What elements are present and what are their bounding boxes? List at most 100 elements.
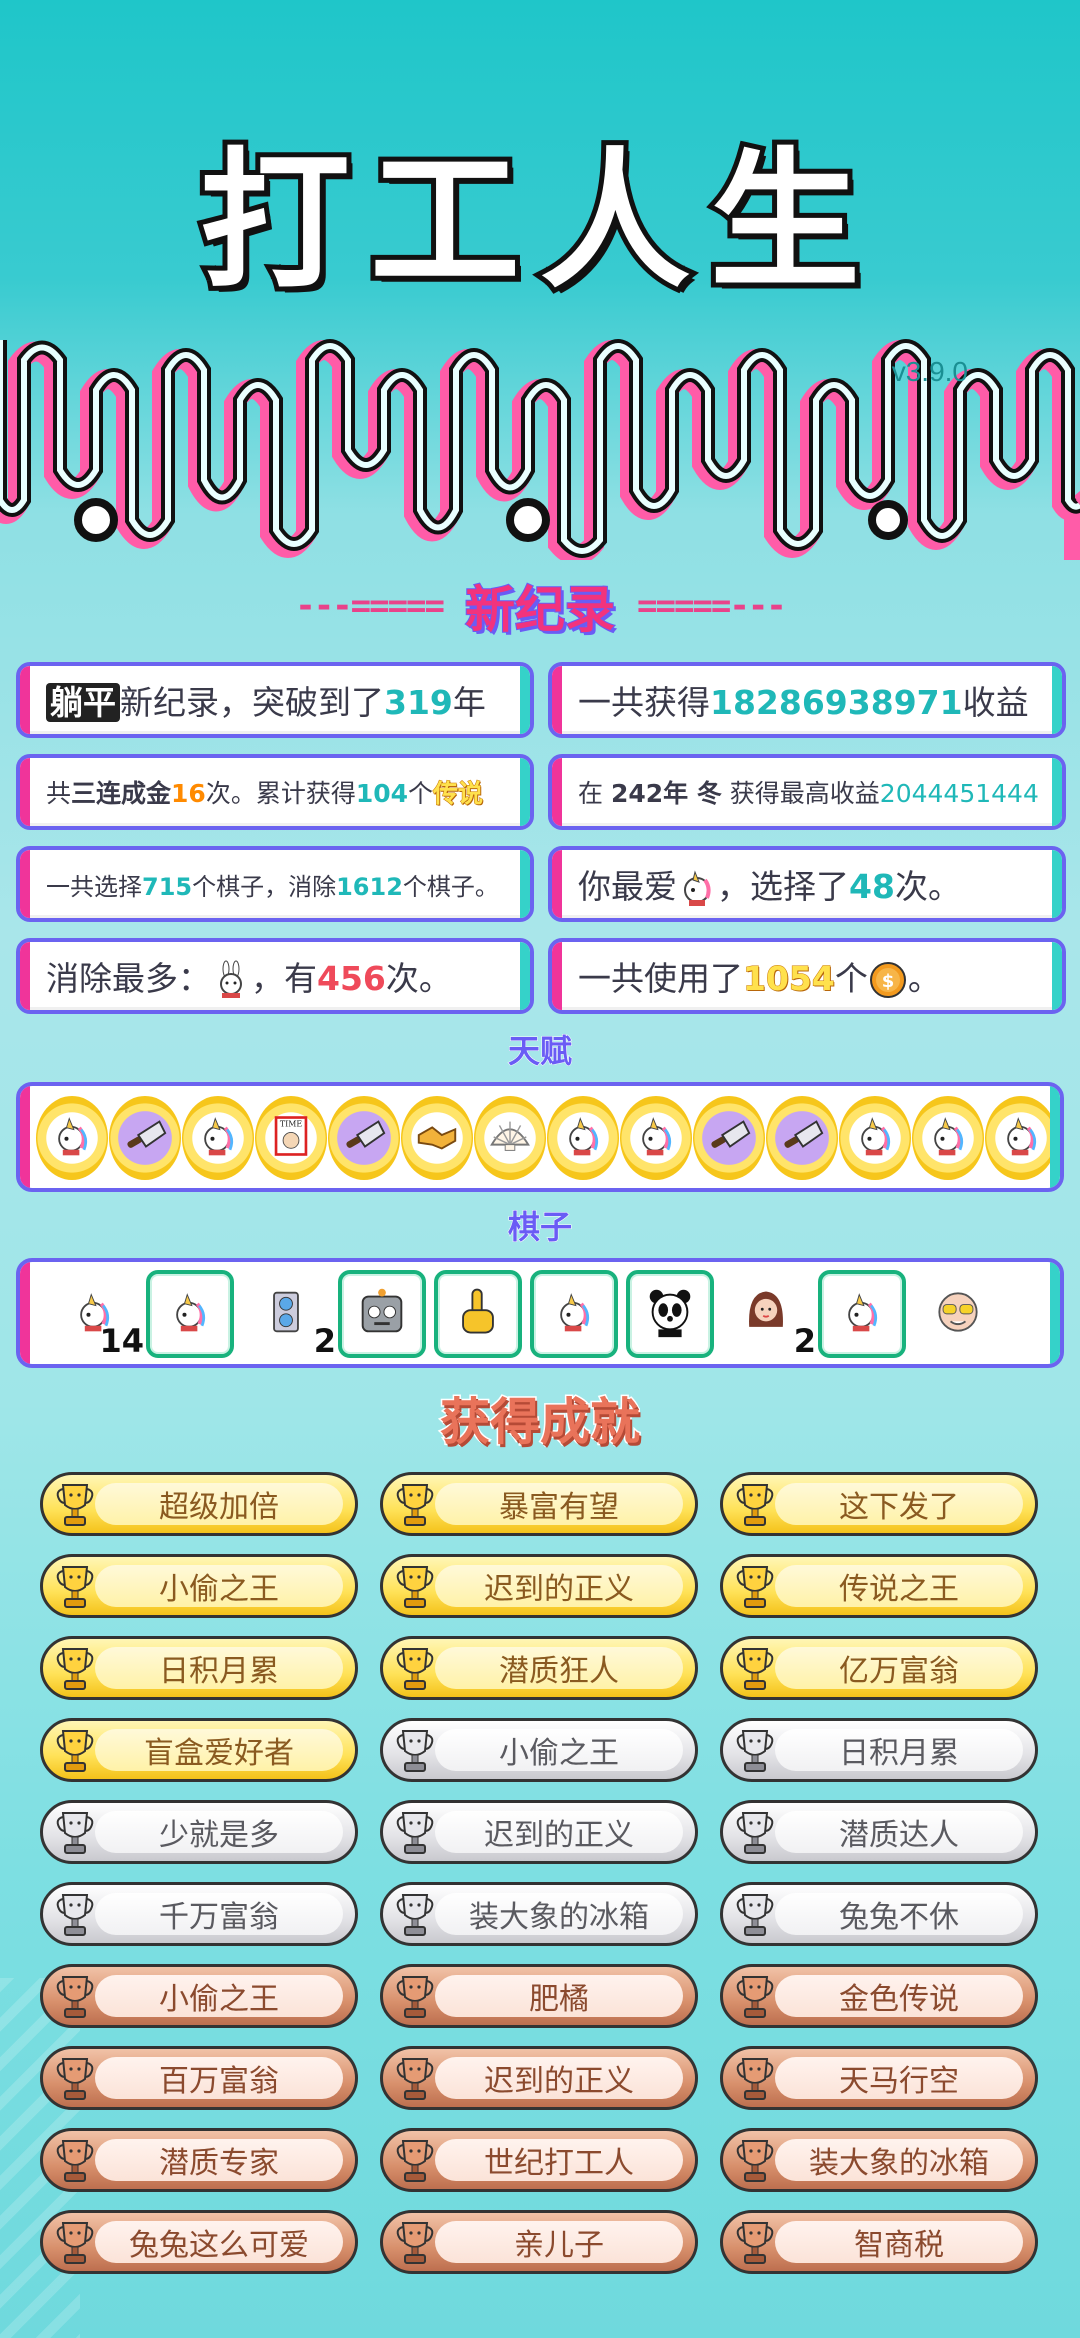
achievement-label: 天马行空: [775, 2057, 1023, 2099]
talents-row: TIME: [20, 1086, 1060, 1180]
pieces-strip: 14 2 2: [16, 1258, 1064, 1368]
achievement-badge[interactable]: 传说之王: [720, 1554, 1038, 1618]
achievement-badge[interactable]: 装大象的冰箱: [380, 1882, 698, 1946]
achievement-label: 智商税: [775, 2221, 1023, 2263]
piece-item[interactable]: 2: [242, 1270, 337, 1361]
achievement-badge[interactable]: 世纪打工人: [380, 2128, 698, 2192]
piece-item[interactable]: [146, 1270, 234, 1358]
achievement-badge[interactable]: 智商税: [720, 2210, 1038, 2274]
achievement-badge[interactable]: 迟到的正义: [380, 1800, 698, 1864]
talent-item[interactable]: [693, 1096, 765, 1180]
achievement-badge[interactable]: 超级加倍: [40, 1472, 358, 1536]
stat-card-lie-flat: 躺平 新纪录，突破到了319年: [16, 662, 534, 738]
unicorn-icon: [839, 1289, 885, 1339]
talent-item[interactable]: [474, 1096, 546, 1180]
removed-count: 1612: [336, 872, 403, 901]
talent-item[interactable]: [766, 1096, 838, 1180]
achievement-badge[interactable]: 日积月累: [40, 1636, 358, 1700]
talent-item[interactable]: [36, 1096, 108, 1180]
trophy-icon: [733, 1809, 777, 1857]
pointing-hand-icon: [450, 1284, 506, 1344]
achievement-badge[interactable]: 少就是多: [40, 1800, 358, 1864]
stat-card-most-removed: 消除最多： ，有456次。: [16, 938, 534, 1014]
rabbit-icon: [220, 960, 242, 999]
heading-dash-right: =====---: [637, 586, 787, 626]
talent-item[interactable]: [547, 1096, 619, 1180]
achievement-badge[interactable]: 小偷之王: [40, 1554, 358, 1618]
achievement-badge[interactable]: 小偷之王: [380, 1718, 698, 1782]
achievement-badge[interactable]: 金色传说: [720, 1964, 1038, 2028]
talent-item[interactable]: [620, 1096, 692, 1180]
stat-card-pieces: 一共选择715个棋子，消除1612个棋子。: [16, 846, 534, 922]
achievement-badge[interactable]: 天马行空: [720, 2046, 1038, 2110]
best-income-value: 2044451444: [879, 779, 1039, 808]
coin-icon: $: [869, 962, 906, 999]
talent-item[interactable]: TIME: [255, 1096, 327, 1180]
achievement-label: 潜质专家: [95, 2139, 343, 2181]
years-value: 319: [384, 683, 453, 722]
trophy-icon: [733, 1973, 777, 2021]
achievement-badge[interactable]: 亲儿子: [380, 2210, 698, 2274]
income-value: 18286938971: [710, 683, 963, 722]
achievement-badge[interactable]: 肥橘: [380, 1964, 698, 2028]
achievement-badge[interactable]: 千万富翁: [40, 1882, 358, 1946]
trophy-icon: [53, 1563, 97, 1611]
cleaver-icon: [121, 1112, 169, 1164]
achievement-badge[interactable]: 百万富翁: [40, 2046, 358, 2110]
achievement-label: 世纪打工人: [435, 2139, 683, 2181]
piece-item[interactable]: [818, 1270, 906, 1358]
unicorn-icon: [684, 870, 711, 907]
achievement-badge[interactable]: 兔兔不休: [720, 1882, 1038, 1946]
trophy-icon: [53, 2137, 97, 2185]
achievement-label: 潜质狂人: [435, 1647, 683, 1689]
achievement-label: 金色传说: [775, 1975, 1023, 2017]
achievement-badge[interactable]: 潜质达人: [720, 1800, 1038, 1864]
achievement-badge[interactable]: 盲盒爱好者: [40, 1718, 358, 1782]
achievement-badge[interactable]: 兔兔这么可爱: [40, 2210, 358, 2274]
achievement-badge[interactable]: 暴富有望: [380, 1472, 698, 1536]
piece-item[interactable]: [626, 1270, 714, 1358]
trophy-icon: [733, 2219, 777, 2267]
legend-count: 104: [355, 779, 409, 808]
achievement-label: 兔兔不休: [775, 1893, 1023, 1935]
piece-item[interactable]: [338, 1270, 426, 1358]
achievement-badge[interactable]: 潜质专家: [40, 2128, 358, 2192]
achievement-label: 小偷之王: [435, 1729, 683, 1771]
achievement-badge[interactable]: 日积月累: [720, 1718, 1038, 1782]
achievement-badge[interactable]: 迟到的正义: [380, 2046, 698, 2110]
achievement-badge[interactable]: 潜质狂人: [380, 1636, 698, 1700]
talent-item[interactable]: [839, 1096, 911, 1180]
unicorn-icon: [167, 1289, 213, 1339]
achievement-label: 潜质达人: [775, 1811, 1023, 1853]
gpu-icon: [263, 1289, 309, 1339]
achievement-label: 百万富翁: [95, 2057, 343, 2099]
triple-gold-count: 16: [171, 779, 206, 808]
talent-item[interactable]: [985, 1096, 1057, 1180]
achievement-badge[interactable]: 这下发了: [720, 1472, 1038, 1536]
trophy-icon: [393, 2055, 437, 2103]
piece-item[interactable]: [530, 1270, 618, 1358]
piece-item[interactable]: 14: [50, 1270, 145, 1361]
robot-icon: [353, 1283, 411, 1345]
piece-item[interactable]: [434, 1270, 522, 1358]
unicorn-icon: [925, 1113, 971, 1163]
svg-text:TIME: TIME: [280, 1119, 302, 1128]
achievement-label: 这下发了: [775, 1483, 1023, 1525]
achievement-badge[interactable]: 装大象的冰箱: [720, 2128, 1038, 2192]
achievement-badge[interactable]: 小偷之王: [40, 1964, 358, 2028]
talent-item[interactable]: [182, 1096, 254, 1180]
talent-item[interactable]: [328, 1096, 400, 1180]
trophy-icon: [393, 1563, 437, 1611]
talent-item[interactable]: [912, 1096, 984, 1180]
trophy-icon: [53, 1891, 97, 1939]
unicorn-icon: [560, 1113, 606, 1163]
piece-item[interactable]: 2: [722, 1270, 817, 1361]
achievement-badge[interactable]: 亿万富翁: [720, 1636, 1038, 1700]
trophy-icon: [53, 2219, 97, 2267]
achievement-badge[interactable]: 迟到的正义: [380, 1554, 698, 1618]
unicorn-icon: [998, 1113, 1044, 1163]
trophy-icon: [53, 1481, 97, 1529]
talent-item[interactable]: [109, 1096, 181, 1180]
piece-item[interactable]: [914, 1270, 1002, 1358]
talent-item[interactable]: [401, 1096, 473, 1180]
